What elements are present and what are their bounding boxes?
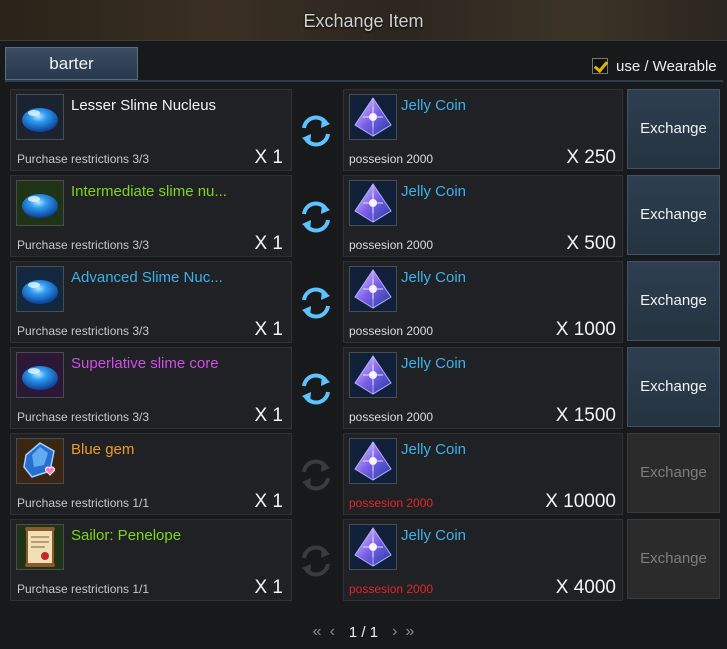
exchange-row: Blue gem Purchase restrictions 1/1 X 1 Jell… [10, 433, 723, 515]
exchange-button[interactable]: Exchange [627, 175, 720, 255]
exchange-row: Superlative slime core Purchase restricti… [10, 347, 723, 429]
exchange-arrows-icon [298, 457, 334, 493]
give-item-slot: Lesser Slime Nucleus Purchase restriction… [10, 89, 292, 171]
next-page-icon[interactable]: › [392, 623, 397, 641]
possession-count: possesion 2000 [349, 582, 434, 596]
slime-nucleus-icon[interactable] [16, 94, 64, 140]
item-name: Advanced Slime Nuc... [71, 269, 223, 286]
give-quantity: X 1 [254, 577, 283, 598]
exchange-row: Lesser Slime Nucleus Purchase restriction… [10, 89, 723, 171]
give-quantity: X 1 [254, 491, 283, 512]
item-name: Superlative slime core [71, 355, 219, 372]
possession-count: possesion 2000 [349, 410, 434, 424]
use-wearable-filter[interactable]: use / Wearable [592, 55, 717, 77]
possession-count: possesion 2000 [349, 496, 434, 510]
exchange-arrows-icon [298, 113, 334, 149]
blue-gem-icon[interactable] [16, 438, 64, 484]
tab-underline [5, 80, 723, 82]
slime-nucleus-icon[interactable] [16, 266, 64, 312]
tab-barter[interactable]: barter [5, 47, 138, 80]
purchase-restriction: Purchase restrictions 3/3 [17, 152, 150, 166]
jelly-coin-icon[interactable] [349, 438, 397, 484]
purchase-restriction: Purchase restrictions 3/3 [17, 324, 150, 338]
purchase-restriction: Purchase restrictions 3/3 [17, 410, 150, 424]
reward-item-slot: Jelly Coin possesion 2000 X 1000 [343, 261, 623, 343]
cost-quantity: X 500 [566, 233, 616, 254]
purchase-restriction: Purchase restrictions 3/3 [17, 238, 150, 252]
exchange-row: Intermediate slime nu... Purchase restric… [10, 175, 723, 257]
item-name: Sailor: Penelope [71, 527, 182, 544]
give-item-slot: Intermediate slime nu... Purchase restric… [10, 175, 292, 257]
exchange-arrows-icon [298, 285, 334, 321]
exchange-button[interactable]: Exchange [627, 347, 720, 427]
jelly-coin-icon[interactable] [349, 94, 397, 140]
give-item-slot: Blue gem Purchase restrictions 1/1 X 1 [10, 433, 292, 515]
jelly-coin-icon[interactable] [349, 266, 397, 312]
window-title: Exchange Item [303, 11, 424, 31]
exchange-row: Advanced Slime Nuc... Purchase restrictio… [10, 261, 723, 343]
give-quantity: X 1 [254, 147, 283, 168]
exchange-arrows-icon [298, 371, 334, 407]
scroll-icon[interactable] [16, 524, 64, 570]
page-indicator: 1 / 1 [348, 623, 379, 641]
exchange-row: Sailor: Penelope Purchase restrictions 1/… [10, 519, 723, 601]
exchange-arrows-icon [298, 543, 334, 579]
give-quantity: X 1 [254, 233, 283, 254]
exchange-button[interactable]: Exchange [627, 519, 720, 599]
possession-count: possesion 2000 [349, 324, 434, 338]
prev-page-icon[interactable]: ‹ [330, 623, 335, 641]
reward-name: Jelly Coin [401, 355, 467, 372]
item-name: Blue gem [71, 441, 135, 458]
reward-name: Jelly Coin [401, 269, 467, 286]
reward-item-slot: Jelly Coin possesion 2000 X 4000 [343, 519, 623, 601]
exchange-button[interactable]: Exchange [627, 433, 720, 513]
slime-nucleus-icon[interactable] [16, 352, 64, 398]
cost-quantity: X 4000 [555, 577, 616, 598]
item-name: Lesser Slime Nucleus [71, 97, 217, 114]
possession-count: possesion 2000 [349, 238, 434, 252]
exchange-button[interactable]: Exchange [627, 261, 720, 341]
cost-quantity: X 250 [566, 147, 616, 168]
purchase-restriction: Purchase restrictions 1/1 [17, 582, 150, 596]
give-quantity: X 1 [254, 405, 283, 426]
cost-quantity: X 1500 [555, 405, 616, 426]
use-wearable-checkbox[interactable] [592, 58, 608, 74]
use-wearable-label: use / Wearable [616, 57, 717, 75]
pagination: « ‹ 1 / 1 › » [0, 618, 727, 646]
give-item-slot: Sailor: Penelope Purchase restrictions 1/… [10, 519, 292, 601]
reward-item-slot: Jelly Coin possesion 2000 X 10000 [343, 433, 623, 515]
reward-name: Jelly Coin [401, 183, 467, 200]
reward-item-slot: Jelly Coin possesion 2000 X 1500 [343, 347, 623, 429]
reward-name: Jelly Coin [401, 441, 467, 458]
last-page-icon[interactable]: » [405, 623, 414, 641]
reward-item-slot: Jelly Coin possesion 2000 X 250 [343, 89, 623, 171]
jelly-coin-icon[interactable] [349, 352, 397, 398]
give-item-slot: Advanced Slime Nuc... Purchase restrictio… [10, 261, 292, 343]
reward-name: Jelly Coin [401, 527, 467, 544]
reward-item-slot: Jelly Coin possesion 2000 X 500 [343, 175, 623, 257]
reward-name: Jelly Coin [401, 97, 467, 114]
exchange-arrows-icon [298, 199, 334, 235]
cost-quantity: X 1000 [555, 319, 616, 340]
cost-quantity: X 10000 [545, 491, 616, 512]
possession-count: possesion 2000 [349, 152, 434, 166]
item-name: Intermediate slime nu... [71, 183, 227, 200]
jelly-coin-icon[interactable] [349, 180, 397, 226]
give-item-slot: Superlative slime core Purchase restricti… [10, 347, 292, 429]
first-page-icon[interactable]: « [313, 623, 322, 641]
slime-nucleus-icon[interactable] [16, 180, 64, 226]
jelly-coin-icon[interactable] [349, 524, 397, 570]
exchange-button[interactable]: Exchange [627, 89, 720, 169]
give-quantity: X 1 [254, 319, 283, 340]
purchase-restriction: Purchase restrictions 1/1 [17, 496, 150, 510]
